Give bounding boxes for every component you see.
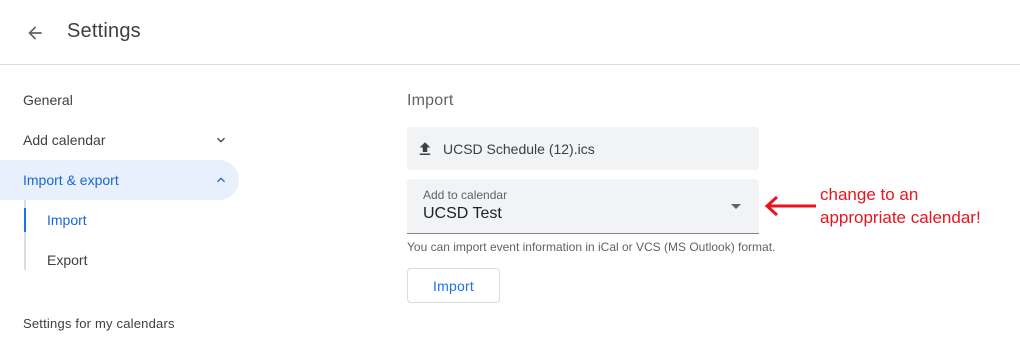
annotation-line-2: appropriate calendar! [820,208,981,227]
import-button[interactable]: Import [407,268,500,303]
sidebar-subitem-label: Export [47,252,88,268]
import-heading: Import [407,92,454,109]
calendar-select-value: UCSD Test [423,205,502,222]
annotation-arrow-icon [764,195,816,217]
calendar-select-label: Add to calendar [423,188,508,202]
arrow-back-icon [28,26,42,40]
chevron-up-icon[interactable] [213,172,229,188]
sidebar-subitem-export[interactable]: Export [24,240,224,280]
sidebar-item-add-calendar[interactable]: Add calendar [0,120,239,160]
sidebar-item-label: Import & export [23,172,119,188]
calendar-select[interactable]: Add to calendar UCSD Test [407,179,759,234]
file-picker[interactable]: UCSD Schedule (12).ics [407,127,759,170]
sidebar-subitem-import[interactable]: Import [24,200,224,240]
annotation-text: change to an appropriate calendar! [820,183,1015,229]
page-title: Settings [67,20,141,42]
file-name: UCSD Schedule (12).ics [443,140,595,157]
upload-icon [416,140,434,158]
sidebar-item-import-export[interactable]: Import & export [0,160,239,200]
annotation-line-1: change to an [820,185,919,204]
helper-text: You can import event information in iCal… [407,240,776,254]
app-header: Settings [0,0,1020,65]
dropdown-arrow-icon [731,204,741,209]
sidebar-item-label: General [23,92,73,108]
chevron-down-icon[interactable] [213,132,229,148]
sidebar-item-label: Add calendar [23,132,106,148]
section-title: Settings for my calendars [23,316,175,331]
sidebar-item-general[interactable]: General [0,80,239,120]
sidebar-subitem-label: Import [47,212,87,228]
back-button[interactable] [18,16,52,50]
